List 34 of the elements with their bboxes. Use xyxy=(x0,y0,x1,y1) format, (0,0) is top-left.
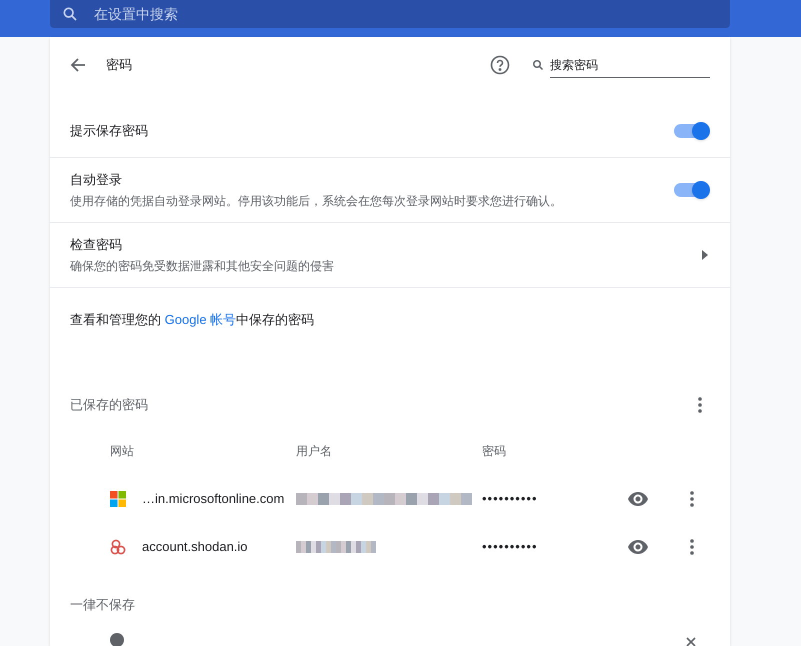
search-icon xyxy=(62,6,78,22)
section-title: 一律不保存 xyxy=(70,596,135,614)
setting-title: 提示保存密码 xyxy=(70,122,149,140)
setting-description: 使用存储的凭据自动登录网站。停用该功能后，系统会在您每次登录网站时要求您进行确认。 xyxy=(70,193,563,210)
close-icon[interactable] xyxy=(686,637,696,646)
google-account-link[interactable]: Google 帐号 xyxy=(164,312,236,327)
caret-right-icon xyxy=(702,250,708,260)
more-options-icon[interactable] xyxy=(690,491,694,507)
column-header: 用户名 xyxy=(296,443,333,460)
more-options-icon[interactable] xyxy=(690,539,694,555)
eye-icon[interactable] xyxy=(628,540,648,554)
masked-password: •••••••••• xyxy=(482,538,539,556)
setting-title: 自动登录 xyxy=(70,170,123,189)
password-search-field[interactable]: 搜索密码 xyxy=(550,52,710,78)
more-options-icon[interactable] xyxy=(698,397,702,413)
account-note: 查看和管理您的 Google 帐号中保存的密码 xyxy=(70,310,314,329)
back-arrow-icon[interactable] xyxy=(70,57,86,73)
settings-search-field[interactable]: 在设置中搜索 xyxy=(50,0,730,28)
site-name: …in.microsoftonline.com xyxy=(142,490,286,508)
column-header: 密码 xyxy=(482,443,506,460)
column-header: 网站 xyxy=(110,443,135,460)
help-icon[interactable] xyxy=(490,55,510,75)
rings-logo-icon xyxy=(110,539,126,555)
setting-description: 确保您的密码免受数据泄露和其他安全问题的侵害 xyxy=(70,258,335,276)
setting-title: 检查密码 xyxy=(70,236,123,254)
page-title: 密码 xyxy=(106,56,132,74)
toggle-switch[interactable] xyxy=(674,180,710,200)
site-name: account.shodan.io xyxy=(142,538,249,556)
windows-logo-icon xyxy=(110,491,126,507)
toggle-switch[interactable] xyxy=(674,121,710,141)
search-icon xyxy=(532,59,544,71)
masked-password: •••••••••• xyxy=(482,490,539,508)
section-title: 已保存的密码 xyxy=(70,396,148,414)
eye-icon[interactable] xyxy=(628,492,648,506)
